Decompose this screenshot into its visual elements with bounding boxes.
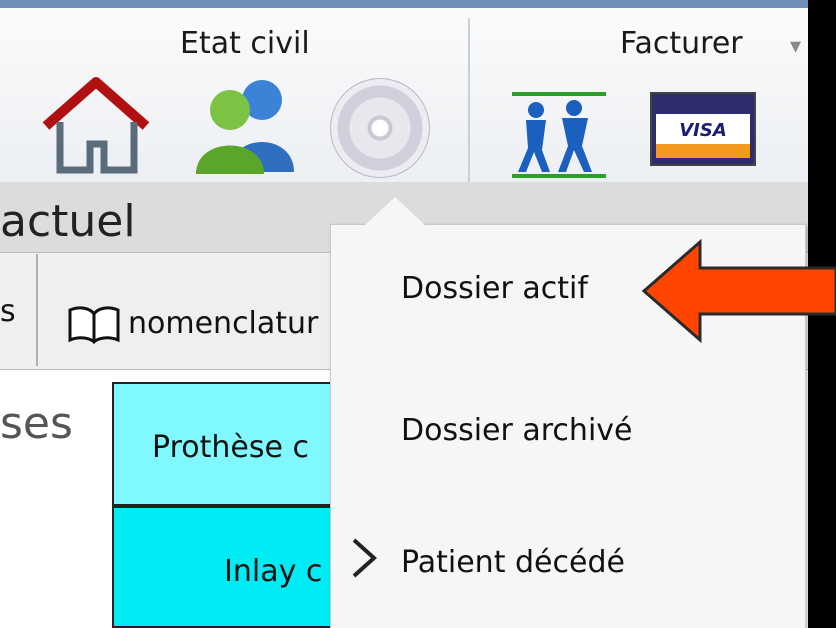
toolbar-item-partial[interactable]: s bbox=[0, 294, 16, 329]
chevron-right-icon bbox=[352, 538, 377, 578]
menu-item-dossier-actif[interactable]: Dossier actif bbox=[401, 271, 588, 306]
toolbar-separator bbox=[36, 254, 38, 366]
group-title-etat-civil: Etat civil bbox=[180, 26, 310, 61]
book-icon[interactable] bbox=[66, 304, 122, 344]
menu-item-dossier-archive[interactable]: Dossier archivé bbox=[401, 413, 633, 448]
menu-pointer bbox=[365, 197, 425, 225]
svg-text:VISA: VISA bbox=[679, 120, 727, 141]
red-arrow-annotation bbox=[641, 238, 836, 344]
visa-card-icon[interactable]: VISA bbox=[650, 92, 756, 166]
nomenclature-button-label[interactable]: nomenclatur bbox=[128, 306, 318, 341]
group-title-facturer: Facturer bbox=[620, 26, 743, 61]
cell-label: Inlay c bbox=[224, 554, 323, 589]
table-cell-prothese[interactable]: Prothèse c bbox=[112, 382, 342, 506]
users-icon[interactable] bbox=[190, 74, 308, 174]
panel-title-partial: ses bbox=[0, 398, 73, 449]
ribbon-group-separator bbox=[468, 18, 470, 188]
people-icon[interactable] bbox=[512, 90, 606, 180]
menu-item-patient-decede[interactable]: Patient décédé bbox=[401, 545, 625, 580]
home-icon[interactable] bbox=[40, 74, 152, 174]
table-cell-inlay[interactable]: Inlay c bbox=[112, 506, 342, 628]
ribbon-expand-icon[interactable]: ▾ bbox=[790, 34, 801, 59]
cell-label: Prothèse c bbox=[152, 430, 309, 465]
section-title: actuel bbox=[0, 196, 136, 247]
ribbon: Etat civil Facturer ▾ VISA bbox=[0, 0, 808, 188]
disc-icon[interactable] bbox=[330, 78, 430, 178]
